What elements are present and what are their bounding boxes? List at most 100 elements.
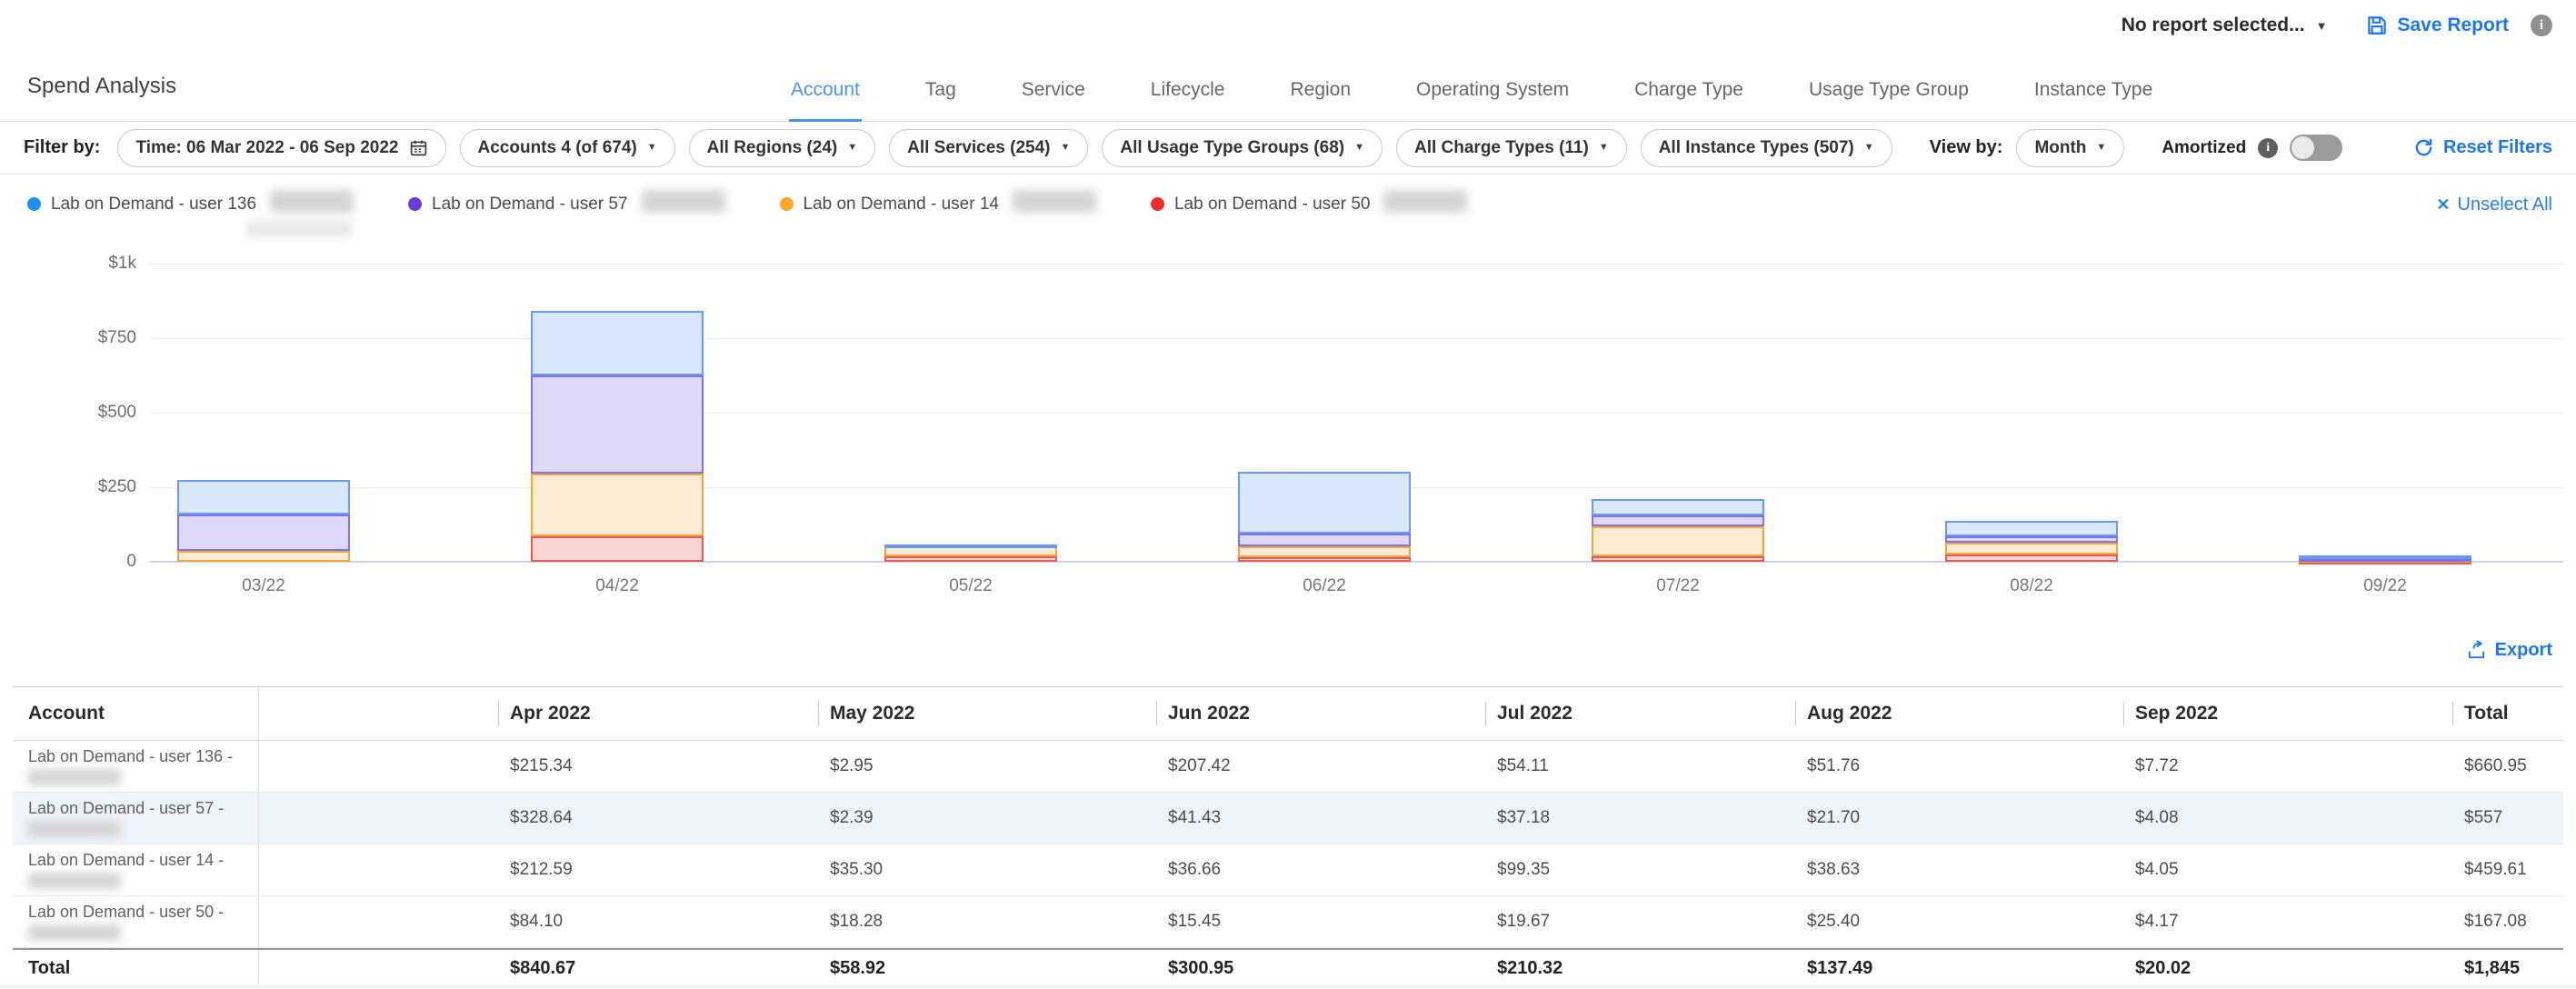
value-cell: $51.76 <box>1795 741 2123 792</box>
filter-pills: Accounts 4 (of 674)▼All Regions (24)▼All… <box>460 129 1892 167</box>
legend-item-4[interactable]: Lab on Demand - user 50 <box>1151 193 1467 215</box>
chart-legend: Lab on Demand - user 136 Lab on Demand - … <box>0 175 2576 245</box>
column-header-jul-2022: Jul 2022 <box>1485 687 1795 740</box>
redacted-account-id <box>270 190 354 213</box>
export-label: Export <box>2495 640 2552 661</box>
filter-accounts-4-of-674-[interactable]: Accounts 4 (of 674)▼ <box>460 129 675 167</box>
bar-segment-lab-on-demand-user-50[interactable] <box>531 536 704 562</box>
bar-segment-lab-on-demand-user-57[interactable] <box>1592 515 1764 526</box>
bar-segment-lab-on-demand-user-50[interactable] <box>1592 556 1764 562</box>
legend-item-label: Lab on Demand - user 14 <box>804 195 999 215</box>
view-by-dropdown[interactable]: Month ▼ <box>2016 129 2124 167</box>
value-cell: $4.05 <box>2123 844 2452 895</box>
bar-segment-lab-on-demand-user-136[interactable] <box>1238 472 1411 534</box>
total-value-cell: $20.02 <box>2123 950 2452 986</box>
filter-all-regions-24-[interactable]: All Regions (24)▼ <box>689 129 875 167</box>
redacted-account-id <box>28 769 121 785</box>
refresh-icon <box>2413 137 2434 158</box>
bar-segment-lab-on-demand-user-14[interactable] <box>1945 543 2118 554</box>
value-cell: $38.63 <box>1795 844 2123 895</box>
value-cell: $15.45 <box>1156 896 1485 947</box>
bar-segment-lab-on-demand-user-14[interactable] <box>177 551 350 562</box>
bottom-strip <box>0 984 2576 989</box>
save-report-button[interactable]: Save Report <box>2365 14 2509 37</box>
filter-all-charge-types-11-[interactable]: All Charge Types (11)▼ <box>1396 129 1627 167</box>
filter-pill-label: All Regions (24) <box>707 138 838 158</box>
caret-down-icon: ▼ <box>2096 143 2106 153</box>
value-cell: $54.11 <box>1485 741 1795 792</box>
filter-all-usage-type-groups-68-[interactable]: All Usage Type Groups (68)▼ <box>1102 129 1383 167</box>
bar-segment-lab-on-demand-user-136[interactable] <box>2299 555 2471 559</box>
bar-segment-lab-on-demand-user-136[interactable] <box>531 311 704 375</box>
tab-account[interactable]: Account <box>789 79 862 122</box>
value-cell: $19.67 <box>1485 896 1795 947</box>
x-axis-tick-label: 08/22 <box>1968 576 2095 596</box>
amortized-toggle[interactable] <box>2290 135 2342 161</box>
legend-item-2[interactable]: Lab on Demand - user 57 <box>408 193 724 215</box>
export-button[interactable]: Export <box>2466 640 2552 661</box>
bar-segment-lab-on-demand-user-57[interactable] <box>177 514 350 550</box>
tab-usage-type-group[interactable]: Usage Type Group <box>1807 79 1971 122</box>
table-row[interactable]: Lab on Demand - user 14 -$212.59$35.30$3… <box>13 844 2563 896</box>
bar-segment-lab-on-demand-user-136[interactable] <box>177 480 350 514</box>
amortized-info-icon[interactable]: i <box>2258 138 2278 158</box>
value-cell: $660.95 <box>2452 741 2563 792</box>
filter-all-instance-types-507-[interactable]: All Instance Types (507)▼ <box>1641 129 1892 167</box>
legend-item-label: Lab on Demand - user 57 <box>432 195 627 215</box>
table-header-row: AccountApr 2022May 2022Jun 2022Jul 2022A… <box>13 686 2563 741</box>
tab-region[interactable]: Region <box>1288 79 1353 122</box>
value-cell: $167.08 <box>2452 896 2563 947</box>
tab-operating-system[interactable]: Operating System <box>1414 79 1571 122</box>
bar-segment-lab-on-demand-user-50[interactable] <box>1945 554 2118 562</box>
column-header-spacer <box>259 687 498 740</box>
y-axis-tick-label: 0 <box>36 552 136 572</box>
time-range-filter[interactable]: Time: 06 Mar 2022 - 06 Sep 2022 <box>117 129 445 167</box>
table-row[interactable]: Lab on Demand - user 136 -$215.34$2.95$2… <box>13 741 2563 793</box>
bar-segment-lab-on-demand-user-136[interactable] <box>884 544 1057 548</box>
legend-dot-icon <box>1151 197 1164 211</box>
bar-segment-lab-on-demand-user-136[interactable] <box>1945 521 2118 536</box>
account-cell-inner: Lab on Demand - user 14 - <box>28 851 224 890</box>
filter-pill-label: All Usage Type Groups (68) <box>1120 138 1344 158</box>
unselect-all-button[interactable]: ✕ Unselect All <box>2436 195 2552 215</box>
account-name: Lab on Demand - user 14 - <box>28 851 224 870</box>
export-icon <box>2466 640 2487 661</box>
bar-segment-lab-on-demand-user-50[interactable] <box>884 556 1057 562</box>
bar-segment-lab-on-demand-user-14[interactable] <box>531 474 704 537</box>
table-row[interactable]: Lab on Demand - user 50 -$84.10$18.28$15… <box>13 896 2563 948</box>
x-axis-tick-label: 03/22 <box>200 576 327 596</box>
bar-segment-lab-on-demand-user-14[interactable] <box>1592 526 1764 556</box>
legend-item-1[interactable]: Lab on Demand - user 136 <box>27 193 354 215</box>
time-range-label: Time: 06 Mar 2022 - 06 Sep 2022 <box>135 138 398 158</box>
tab-instance-type[interactable]: Instance Type <box>2032 79 2154 122</box>
bar-segment-lab-on-demand-user-57[interactable] <box>1945 536 2118 543</box>
gridline <box>150 338 2563 339</box>
tab-service[interactable]: Service <box>1020 79 1087 122</box>
bar-segment-lab-on-demand-user-14[interactable] <box>1238 546 1411 557</box>
filter-bar: Filter by: Time: 06 Mar 2022 - 06 Sep 20… <box>0 122 2576 175</box>
tab-charge-type[interactable]: Charge Type <box>1632 79 1745 122</box>
value-cell: $84.10 <box>498 896 818 947</box>
total-value-cell: $210.32 <box>1485 950 1795 986</box>
value-cell: $215.34 <box>498 741 818 792</box>
column-header-may-2022: May 2022 <box>818 687 1156 740</box>
tab-bar: Account Tag Service Lifecycle Region Operatin… <box>789 79 2154 122</box>
value-cell: $459.61 <box>2452 844 2563 895</box>
table-row[interactable]: Lab on Demand - user 57 -$328.64$2.39$41… <box>13 793 2563 844</box>
redacted-account-id <box>246 220 352 237</box>
filter-all-services-254-[interactable]: All Services (254)▼ <box>889 129 1088 167</box>
report-selector-dropdown[interactable]: No report selected... ▼ <box>2122 15 2328 36</box>
reset-filters-button[interactable]: Reset Filters <box>2413 137 2552 158</box>
value-cell: $35.30 <box>818 844 1156 895</box>
value-cell: $21.70 <box>1795 793 2123 844</box>
legend-item-3[interactable]: Lab on Demand - user 14 <box>780 193 1096 215</box>
tab-tag[interactable]: Tag <box>924 79 958 122</box>
tab-lifecycle[interactable]: Lifecycle <box>1149 79 1227 122</box>
y-axis-tick-label: $1k <box>36 254 136 274</box>
bar-segment-lab-on-demand-user-50[interactable] <box>1238 557 1411 562</box>
bar-segment-lab-on-demand-user-136[interactable] <box>1592 499 1764 515</box>
spacer-cell <box>259 793 498 844</box>
info-icon[interactable]: i <box>2531 15 2552 36</box>
bar-segment-lab-on-demand-user-57[interactable] <box>1238 534 1411 546</box>
bar-segment-lab-on-demand-user-57[interactable] <box>531 375 704 474</box>
